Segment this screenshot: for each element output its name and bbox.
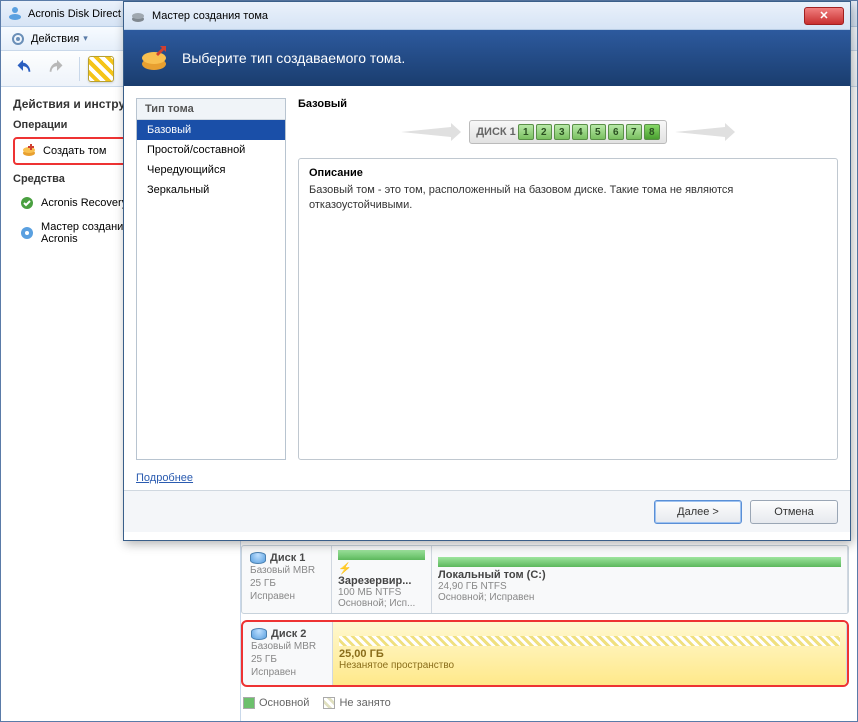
toolbar-separator bbox=[79, 57, 80, 81]
disk2-type: Базовый MBR bbox=[251, 640, 324, 653]
close-button[interactable]: ✕ bbox=[804, 7, 844, 25]
disk-icon bbox=[250, 552, 266, 564]
description-heading: Описание bbox=[309, 167, 827, 179]
actions-menu[interactable]: Действия bbox=[31, 33, 79, 45]
main-title: Acronis Disk Direct bbox=[28, 8, 121, 20]
legend-primary-label: Основной bbox=[259, 697, 309, 709]
partition-bar bbox=[338, 550, 425, 560]
disk1-name: Диск 1 bbox=[270, 552, 305, 564]
app-icon bbox=[7, 6, 23, 22]
legend-free-label: Не занято bbox=[339, 697, 390, 709]
disk2-status: Исправен bbox=[251, 666, 324, 679]
wizard-titlebar[interactable]: Мастер создания тома ✕ bbox=[124, 2, 850, 30]
selected-type-title: Базовый bbox=[298, 98, 838, 110]
disk-row-2[interactable]: Диск 2 Базовый MBR 25 ГБ Исправен 25,00 … bbox=[241, 620, 849, 687]
slot-5: 5 bbox=[590, 124, 606, 140]
cancel-button[interactable]: Отмена bbox=[750, 500, 838, 524]
part-free-size: 25,00 ГБ bbox=[339, 648, 840, 660]
type-header: Тип тома bbox=[137, 99, 285, 120]
more-link-row: Подробнее bbox=[124, 472, 850, 490]
slot-4: 4 bbox=[572, 124, 588, 140]
disk1-partitions: ⚡ Зарезервир... 100 МБ NTFS Основной; Ис… bbox=[332, 546, 848, 613]
part-local-size: 24,90 ГБ NTFS bbox=[438, 581, 841, 592]
type-basic[interactable]: Базовый bbox=[137, 120, 285, 140]
legend-primary: Основной bbox=[243, 697, 309, 709]
partition-local-c[interactable]: Локальный том (C:) 24,90 ГБ NTFS Основно… bbox=[432, 546, 848, 613]
partition-reserved[interactable]: ⚡ Зарезервир... 100 МБ NTFS Основной; Ис… bbox=[332, 546, 432, 613]
arrow-right-icon bbox=[675, 123, 735, 141]
part-local-status: Основной; Исправен bbox=[438, 592, 841, 603]
commit-button[interactable] bbox=[88, 56, 114, 82]
description-box: Описание Базовый том - это том, располож… bbox=[298, 158, 838, 460]
wizard-header-icon bbox=[138, 42, 170, 74]
redo-button bbox=[43, 55, 71, 83]
media-icon bbox=[19, 225, 35, 241]
wizard-header: Выберите тип создаваемого тома. bbox=[124, 30, 850, 86]
slot-1: 1 bbox=[518, 124, 534, 140]
disk-icon bbox=[251, 628, 267, 640]
disk1-label: Диск 1 Базовый MBR 25 ГБ Исправен bbox=[242, 546, 332, 613]
wizard-dialog: Мастер создания тома ✕ Выберите тип созд… bbox=[123, 1, 851, 541]
part-local-name: Локальный том (C:) bbox=[438, 569, 841, 581]
description-text: Базовый том - это том, расположенный на … bbox=[309, 183, 827, 214]
recovery-icon bbox=[19, 195, 35, 211]
disk1-status: Исправен bbox=[250, 590, 323, 603]
wizard-icon bbox=[130, 8, 146, 24]
undo-button[interactable] bbox=[9, 55, 37, 83]
disk2-name: Диск 2 bbox=[271, 628, 306, 640]
disk-chip: ДИСК 1 1 2 3 4 5 6 7 8 bbox=[469, 120, 667, 144]
disk2-size: 25 ГБ bbox=[251, 653, 324, 666]
slot-7: 7 bbox=[626, 124, 642, 140]
chevron-down-icon: ▾ bbox=[83, 33, 88, 44]
type-mirror[interactable]: Зеркальный bbox=[137, 180, 285, 200]
more-link[interactable]: Подробнее bbox=[136, 472, 193, 484]
disk2-partitions: 25,00 ГБ Незанятое пространство bbox=[333, 622, 847, 685]
disk-map: Диск 1 Базовый MBR 25 ГБ Исправен ⚡ Заре… bbox=[241, 545, 849, 713]
disk1-type: Базовый MBR bbox=[250, 564, 323, 577]
gear-icon bbox=[11, 32, 25, 46]
slot-2: 2 bbox=[536, 124, 552, 140]
arrow-left-icon bbox=[401, 123, 461, 141]
slot-8: 8 bbox=[644, 124, 660, 140]
wizard-right-panel: Базовый ДИСК 1 1 2 3 4 5 6 7 8 bbox=[298, 98, 838, 460]
disk-visual: ДИСК 1 1 2 3 4 5 6 7 8 bbox=[298, 120, 838, 144]
create-volume-label: Создать том bbox=[43, 145, 106, 157]
wizard-title-text: Мастер создания тома bbox=[152, 10, 268, 22]
create-volume-icon bbox=[21, 143, 37, 159]
disk-chip-label: ДИСК 1 bbox=[476, 126, 516, 138]
partition-bar bbox=[339, 636, 840, 646]
wizard-footer: Далее > Отмена bbox=[124, 490, 850, 532]
recovery-label: Acronis Recovery bbox=[41, 197, 127, 209]
disk1-size: 25 ГБ bbox=[250, 577, 323, 590]
part-reserved-name: Зарезервир... bbox=[338, 575, 411, 587]
close-icon: ✕ bbox=[819, 9, 828, 22]
partition-bar bbox=[438, 557, 841, 567]
partition-unallocated[interactable]: 25,00 ГБ Незанятое пространство bbox=[333, 622, 847, 685]
part-reserved-size: 100 МБ NTFS bbox=[338, 587, 425, 598]
main-window: Acronis Disk Direct Действия ▾ Действия … bbox=[0, 0, 858, 722]
slot-3: 3 bbox=[554, 124, 570, 140]
part-reserved-status: Основной; Исп... bbox=[338, 598, 425, 609]
volume-type-panel: Тип тома Базовый Простой/составной Черед… bbox=[136, 98, 286, 460]
legend-swatch-primary bbox=[243, 697, 255, 709]
type-striped[interactable]: Чередующийся bbox=[137, 160, 285, 180]
legend: Основной Не занято bbox=[241, 693, 849, 713]
legend-swatch-free bbox=[323, 697, 335, 709]
disk-row-1[interactable]: Диск 1 Базовый MBR 25 ГБ Исправен ⚡ Заре… bbox=[241, 545, 849, 614]
type-simple[interactable]: Простой/составной bbox=[137, 140, 285, 160]
disk2-label: Диск 2 Базовый MBR 25 ГБ Исправен bbox=[243, 622, 333, 685]
legend-free: Не занято bbox=[323, 697, 390, 709]
part-free-status: Незанятое пространство bbox=[339, 660, 840, 671]
wizard-header-text: Выберите тип создаваемого тома. bbox=[182, 50, 405, 66]
next-button[interactable]: Далее > bbox=[654, 500, 742, 524]
slot-6: 6 bbox=[608, 124, 624, 140]
wizard-body: Тип тома Базовый Простой/составной Черед… bbox=[124, 86, 850, 472]
